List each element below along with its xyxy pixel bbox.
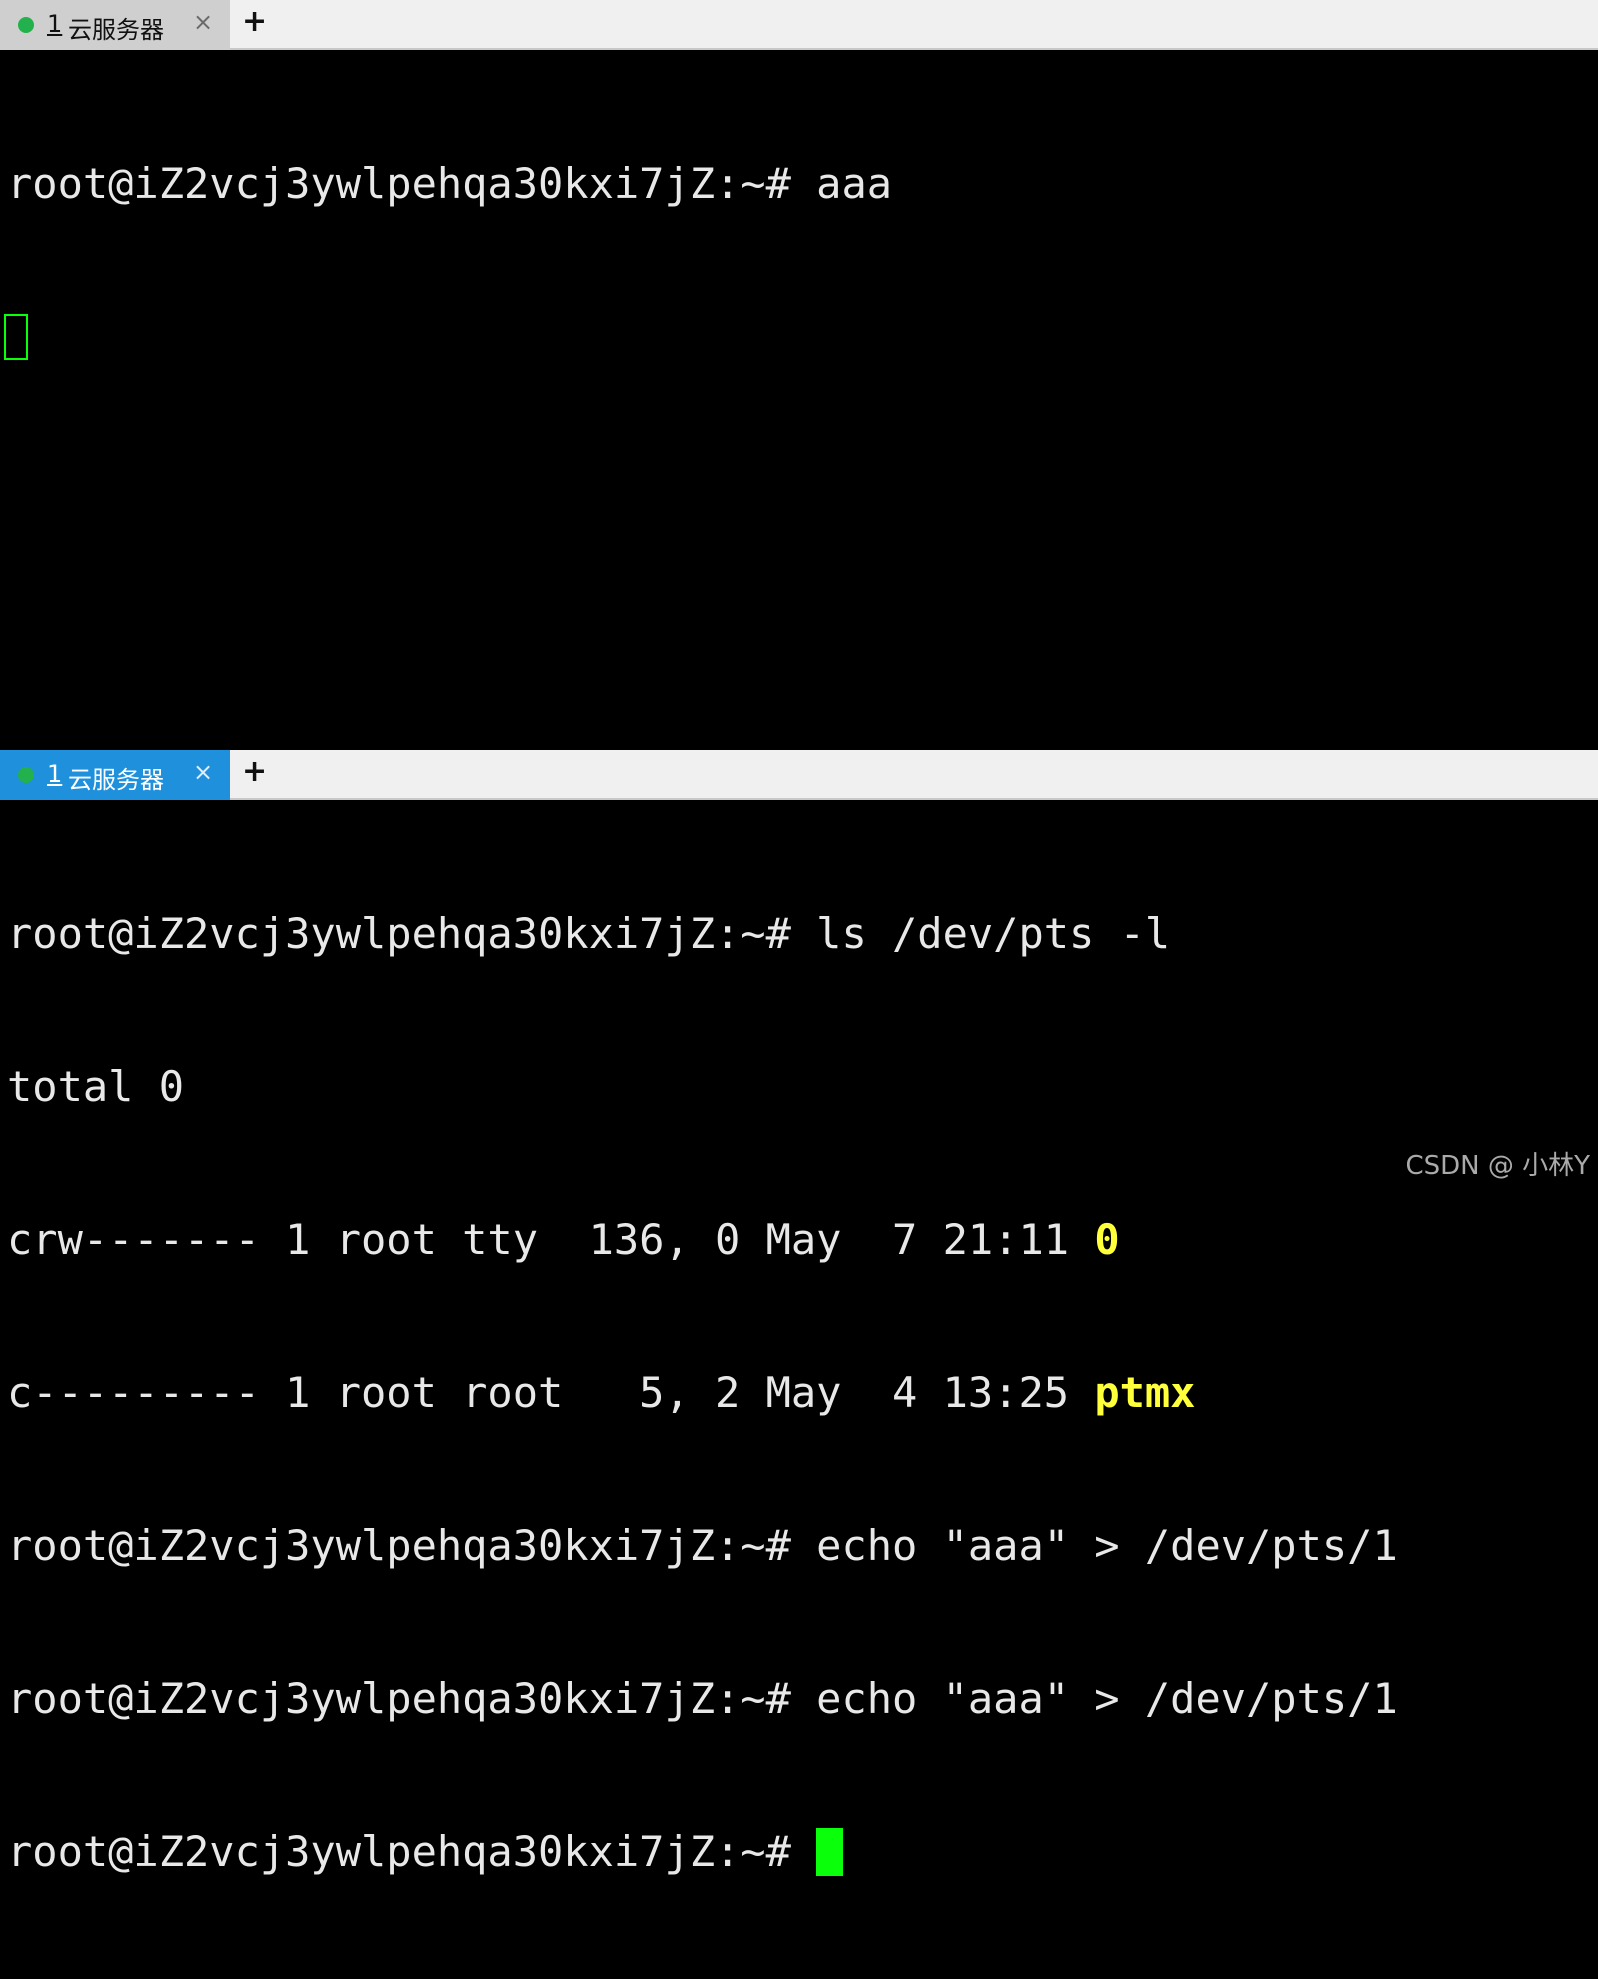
tab-cloud-server-top[interactable]: 1 云服务器 × <box>0 0 230 50</box>
terminal-line: root@iZ2vcj3ywlpehqa30kxi7jZ:~# echo "aa… <box>7 1673 1398 1724</box>
command-text: echo "aaa" > /dev/pts/1 <box>790 1674 1398 1723</box>
new-tab-button[interactable]: + <box>242 4 267 39</box>
tab-bar-bottom: 1 云服务器 × + <box>0 750 1598 800</box>
close-icon[interactable]: × <box>193 8 213 36</box>
terminal-line: root@iZ2vcj3ywlpehqa30kxi7jZ:~# aaa <box>7 158 892 209</box>
command-text: ls /dev/pts -l <box>790 909 1171 958</box>
command-text: aaa <box>790 159 893 208</box>
prompt: root@iZ2vcj3ywlpehqa30kxi7jZ:~# <box>7 1521 791 1570</box>
prompt: root@iZ2vcj3ywlpehqa30kxi7jZ:~# <box>7 1827 791 1876</box>
tab-cloud-server-bottom[interactable]: 1 云服务器 × <box>0 750 230 800</box>
tab-title: 云服务器 <box>68 766 164 794</box>
device-name: ptmx <box>1094 1368 1196 1417</box>
terminal-line: root@iZ2vcj3ywlpehqa30kxi7jZ:~# <box>7 1826 1398 1877</box>
close-icon[interactable]: × <box>193 758 213 786</box>
watermark: CSDN @ 小林Y <box>1405 1151 1590 1181</box>
new-tab-button[interactable]: + <box>242 754 267 789</box>
terminal-pane-top[interactable]: 1 云服务器 × + root@iZ2vcj3ywlpehqa30kxi7jZ:… <box>0 0 1598 750</box>
tab-bar-top: 1 云服务器 × + <box>0 0 1598 50</box>
terminal-output-top[interactable]: root@iZ2vcj3ywlpehqa30kxi7jZ:~# aaa <box>4 56 892 464</box>
command-text <box>791 1827 816 1876</box>
output-text: total 0 <box>7 1062 185 1111</box>
terminal-pane-bottom[interactable]: 1 云服务器 × + root@iZ2vcj3ywlpehqa30kxi7jZ:… <box>0 750 1598 1876</box>
terminal-line: total 0 <box>7 1061 1398 1112</box>
cursor-icon <box>816 1828 844 1876</box>
terminal-line: c--------- 1 root root 5, 2 May 4 13:25 … <box>7 1367 1398 1418</box>
tab-number: 1 <box>47 10 63 38</box>
terminal-line <box>4 311 892 362</box>
tab-title: 云服务器 <box>68 16 164 44</box>
status-dot-icon <box>18 17 34 33</box>
terminal-line: root@iZ2vcj3ywlpehqa30kxi7jZ:~# ls /dev/… <box>7 908 1398 959</box>
output-text: crw------- 1 root tty 136, 0 May 7 21:11 <box>7 1215 1095 1264</box>
status-dot-icon <box>18 767 34 783</box>
tab-number: 1 <box>47 760 63 788</box>
prompt: root@iZ2vcj3ywlpehqa30kxi7jZ:~# <box>7 159 791 208</box>
prompt: root@iZ2vcj3ywlpehqa30kxi7jZ:~# <box>7 1674 791 1723</box>
terminal-line: crw------- 1 root tty 136, 0 May 7 21:11… <box>7 1214 1398 1265</box>
command-text: echo "aaa" > /dev/pts/1 <box>790 1521 1398 1570</box>
terminal-output-bottom[interactable]: root@iZ2vcj3ywlpehqa30kxi7jZ:~# ls /dev/… <box>7 806 1398 1979</box>
output-text: c--------- 1 root root 5, 2 May 4 13:25 <box>7 1368 1095 1417</box>
terminal-line: root@iZ2vcj3ywlpehqa30kxi7jZ:~# echo "aa… <box>7 1520 1398 1571</box>
cursor-icon <box>4 314 28 360</box>
prompt: root@iZ2vcj3ywlpehqa30kxi7jZ:~# <box>7 909 791 958</box>
device-name: 0 <box>1094 1215 1120 1264</box>
